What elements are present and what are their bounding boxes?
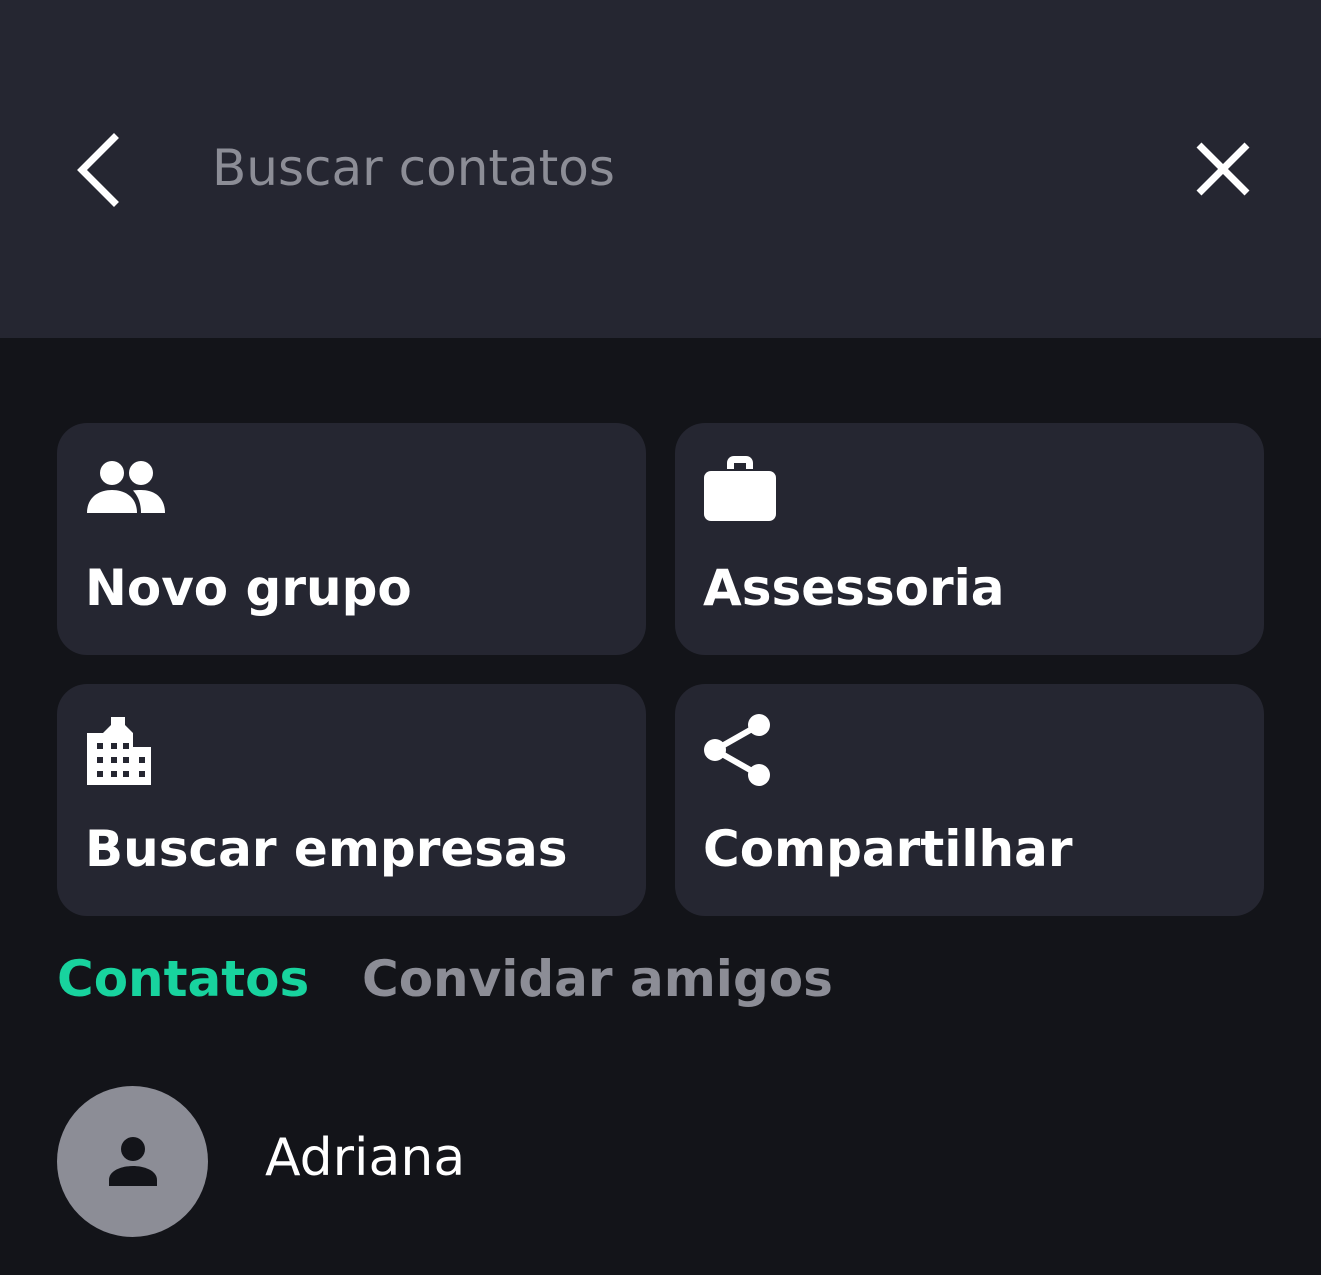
novo-grupo-label: Novo grupo [85, 559, 412, 617]
person-icon [108, 1136, 157, 1186]
buscar-empresas-label: Buscar empresas [85, 820, 568, 878]
novo-grupo-button[interactable]: Novo grupo [57, 423, 646, 655]
search-input[interactable] [212, 128, 1112, 208]
close-icon [1196, 142, 1250, 196]
buscar-empresas-button[interactable]: Buscar empresas [57, 684, 646, 916]
close-button[interactable] [1180, 126, 1266, 212]
tab-convidar-amigos[interactable]: Convidar amigos [362, 950, 833, 1008]
assessoria-label: Assessoria [703, 559, 1005, 617]
briefcase-icon [703, 447, 787, 531]
compartilhar-label: Compartilhar [703, 820, 1073, 878]
compartilhar-button[interactable]: Compartilhar [675, 684, 1264, 916]
building-icon [85, 708, 169, 792]
chevron-left-icon [77, 133, 119, 207]
app-header [0, 0, 1321, 338]
tab-contatos[interactable]: Contatos [57, 950, 309, 1008]
assessoria-button[interactable]: Assessoria [675, 423, 1264, 655]
group-icon [85, 447, 169, 531]
contact-name: Adriana [265, 1128, 466, 1188]
back-button[interactable] [62, 122, 134, 218]
avatar [57, 1086, 208, 1237]
share-icon [703, 708, 787, 792]
contact-list-item[interactable]: Adriana [0, 1080, 1321, 1244]
